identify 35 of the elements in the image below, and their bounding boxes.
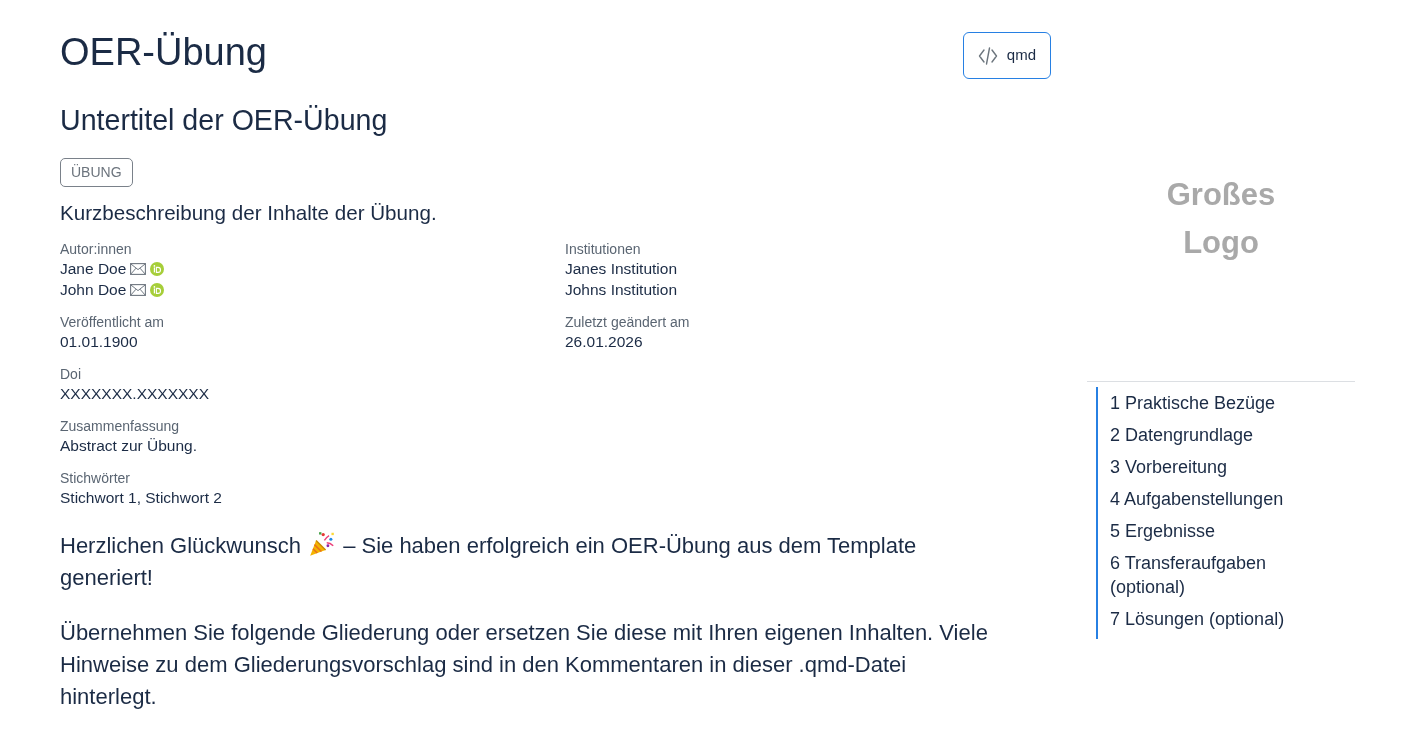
page-title: OER-Übung [60,30,267,75]
field-value: 26.01.2026 [565,332,644,352]
party-popper-icon [309,531,335,557]
toc-link[interactable]: 2 Datengrundlage [1110,419,1321,451]
mail-icon[interactable] [130,283,147,296]
mail-icon[interactable] [130,262,147,275]
field-value: Stichwort 1, Stichwort 2 [60,488,223,508]
paragraph-text: Übernehmen Sie folgende Gliederung oder ersetzen Sie diese mit Ihren eigenen Inhalten. Viele Hinweise zu dem Gliederungsvorschlag sind in den Kommentaren in dieser .qmd-Datei hinterlegt. [60,619,989,711]
author-name: John Doe [60,280,127,300]
field-value: 01.01.1900 [60,332,139,352]
logo-placeholder-text: Großes Logo [1165,176,1277,262]
field-label: Doi [60,365,82,383]
toc-link[interactable]: 3 Vorbereitung [1110,451,1321,483]
field-label: Zuletzt geändert am [565,313,691,331]
field-label: Stichwörter [60,469,132,487]
code-icon [977,46,998,65]
institution-name: Janes Institution [565,259,678,279]
field-label: Zusammenfassung [60,417,181,435]
description-text: Kurzbeschreibung der Inhalte der Übung. [60,200,438,226]
institution-name: Johns Institution [565,280,678,300]
toc-link[interactable]: 4 Aufgabenstellungen [1110,483,1321,515]
category-tag: ÜBUNG [60,158,133,187]
field-label: Autor:innen [60,240,133,258]
page-subtitle: Untertitel der OER-Übung [60,103,389,137]
toc-link[interactable]: 6 Transferaufgaben (optional) [1110,547,1321,603]
toc-link[interactable]: 1 Praktische Bezüge [1110,387,1321,419]
paragraph-text: Herzlichen Glückwunsch – Sie haben erfolgreich ein OER-Übung aus dem Template generiert! [60,530,918,592]
toc-link[interactable]: 5 Ergebnisse [1110,515,1321,547]
field-label: Veröffentlicht am [60,313,166,331]
toc-link[interactable]: 7 Lösungen (optional) [1110,603,1321,635]
author-name: Jane Doe [60,259,127,279]
source-code-button[interactable]: qmd [962,32,1051,79]
field-value: Abstract zur Übung. [60,436,198,456]
field-value: XXXXXXX.XXXXXXX [60,384,211,404]
field-label: Institutionen [565,240,642,258]
